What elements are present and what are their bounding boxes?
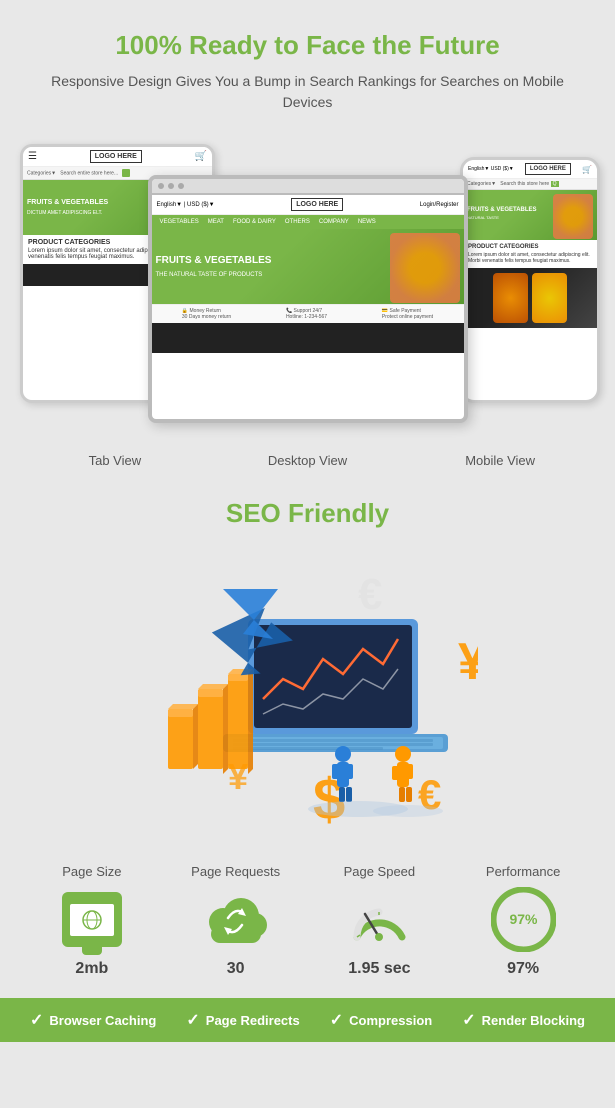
check-icon-0: ✓ xyxy=(30,1010,43,1030)
globe-svg xyxy=(77,909,107,931)
bottom-bar-item-0: ✓ Browser Caching xyxy=(30,1010,156,1030)
stat-page-size: Page Size 2mb xyxy=(20,864,164,978)
desktop-nav: VEGETABLESMEATFOOD & DAIRYOTHERSCOMPANYN… xyxy=(152,215,464,229)
desktop-device: English▼ | USD ($)▼ LOGO HERE Login/Regi… xyxy=(148,175,468,423)
svg-text:€: € xyxy=(358,570,382,619)
speedometer-icon-wrap xyxy=(347,887,412,952)
stats-section: Page Size 2mb Page Requests xyxy=(0,849,615,988)
check-icon-3: ✓ xyxy=(462,1010,475,1030)
stat-page-speed-label: Page Speed xyxy=(308,864,452,879)
mobile-product-image xyxy=(463,268,597,328)
performance-circle-icon: 97% xyxy=(491,887,556,952)
stat-page-size-value: 2mb xyxy=(20,960,164,978)
cloud-icon-wrap xyxy=(203,887,268,952)
monitor-top-bar xyxy=(152,179,464,195)
stat-page-requests-value: 30 xyxy=(164,960,308,978)
tab-logo: LOGO HERE xyxy=(90,150,142,163)
performance-icon-wrap: 97% xyxy=(491,887,556,952)
stat-page-requests: Page Requests 30 xyxy=(164,864,308,978)
mobile-categories: Categories▼ Search this store here Q xyxy=(463,179,597,190)
bottom-bar-label-1: Page Redirects xyxy=(206,1013,300,1028)
monitor-icon xyxy=(62,892,122,947)
stat-performance-value: 97% xyxy=(451,960,595,978)
monitor-screen xyxy=(70,904,114,936)
device-labels: Tab View Desktop View Mobile View xyxy=(0,453,615,478)
monitor-icon-wrap xyxy=(59,887,124,952)
desktop-logo: LOGO HERE xyxy=(291,198,343,211)
stat-page-requests-label: Page Requests xyxy=(164,864,308,879)
seo-svg: ¥ ¥ € £ $ € ¥ xyxy=(138,559,478,839)
mobile-logo: LOGO HERE xyxy=(525,163,571,175)
seo-section: SEO Friendly xyxy=(0,478,615,549)
cloud-icon xyxy=(203,890,268,950)
stat-performance: Performance 97% 97% xyxy=(451,864,595,978)
desktop-lang: English▼ | USD ($)▼ xyxy=(157,202,215,208)
devices-area: ☰ LOGO HERE 🛒 Categories▼ Search entire … xyxy=(0,133,615,453)
check-icon-1: ✓ xyxy=(186,1010,199,1030)
bottom-bar-label-0: Browser Caching xyxy=(49,1013,156,1028)
bottom-bar-label-3: Render Blocking xyxy=(482,1013,585,1028)
mobile-device: English▼ USD ($)▼ LOGO HERE 🛒 Categories… xyxy=(460,157,600,403)
seo-illustration: ¥ ¥ € £ $ € ¥ xyxy=(0,549,615,849)
desktop-screen: FRUITS & VEGETABLESTHE NATURAL TASTE OF … xyxy=(152,229,464,419)
bottom-bar: ✓ Browser Caching ✓ Page Redirects ✓ Com… xyxy=(0,998,615,1042)
stat-page-speed: Page Speed 1.95 sec xyxy=(308,864,452,978)
mobile-cart-icon: 🛒 xyxy=(582,165,592,174)
svg-text:97%: 97% xyxy=(509,911,538,927)
cart-icon: 🛒 xyxy=(195,151,207,162)
mobile-lang: English▼ USD ($)▼ xyxy=(468,166,514,172)
seo-title: SEO Friendly xyxy=(40,498,575,529)
desktop-login: Login/Register xyxy=(420,202,459,208)
bottom-bar-item-1: ✓ Page Redirects xyxy=(186,1010,299,1030)
mobile-label: Mobile View xyxy=(405,453,595,468)
speedometer-icon xyxy=(347,892,412,947)
bottom-bar-item-3: ✓ Render Blocking xyxy=(462,1010,585,1030)
stat-performance-label: Performance xyxy=(451,864,595,879)
stat-page-speed-value: 1.95 sec xyxy=(308,960,452,978)
main-title: 100% Ready to Face the Future xyxy=(40,30,575,61)
bottom-bar-item-2: ✓ Compression xyxy=(330,1010,432,1030)
desktop-label: Desktop View xyxy=(213,453,403,468)
main-subtitle: Responsive Design Gives You a Bump in Se… xyxy=(40,71,575,113)
hamburger-icon: ☰ xyxy=(28,151,37,162)
check-icon-2: ✓ xyxy=(330,1010,343,1030)
tab-label: Tab View xyxy=(20,453,210,468)
stat-page-size-label: Page Size xyxy=(20,864,164,879)
responsive-section: 100% Ready to Face the Future Responsive… xyxy=(0,0,615,133)
mobile-screen: FRUITS & VEGETABLESNATURAL TASTE PRODUCT… xyxy=(463,190,597,400)
bottom-bar-label-2: Compression xyxy=(349,1013,432,1028)
svg-text:¥: ¥ xyxy=(458,633,478,691)
